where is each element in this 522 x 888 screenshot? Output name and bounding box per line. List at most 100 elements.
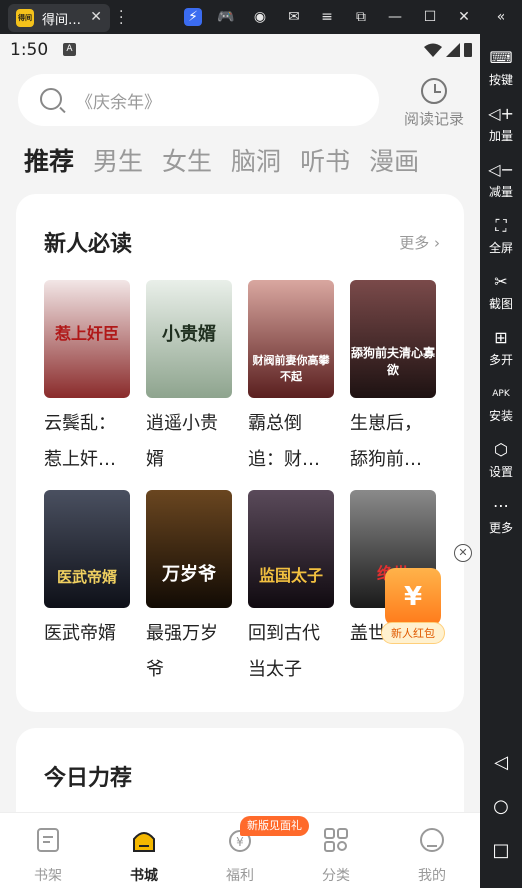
book-title: 逍遥小贵婿 — [146, 413, 218, 470]
book-item[interactable]: 监国太子 回到古代当太子 — [248, 490, 334, 688]
side-label: 设置 — [488, 465, 513, 479]
user-icon[interactable]: ◉ — [251, 8, 269, 26]
side-install[interactable]: APK 安装 — [480, 384, 522, 424]
status-bar: 1:50 A — [0, 34, 480, 66]
red-packet-icon: ¥ — [385, 568, 441, 626]
side-label: 安装 — [488, 409, 513, 423]
phone-screen: 1:50 A 《庆余年》 阅读记录 推荐 男生 女生 脑洞 听书 漫画 新人必读… — [0, 34, 480, 888]
recents-icon[interactable]: □ — [480, 840, 522, 861]
nav-label: 书城 — [130, 868, 158, 884]
cellular-icon — [446, 43, 460, 57]
tab-comics[interactable]: 漫画 — [369, 142, 419, 182]
cover-text: 万岁爷 — [162, 564, 216, 585]
search-bar[interactable]: 《庆余年》 — [18, 74, 379, 126]
book-item[interactable]: 医武帝婿 医武帝婿 — [44, 490, 130, 652]
nav-label: 福利 — [226, 868, 254, 884]
category-tabs: 推荐 男生 女生 脑洞 听书 漫画 — [24, 142, 438, 182]
book-item[interactable]: 财阀前妻你高攀不起 霸总倒追：财… — [248, 280, 334, 478]
book-title: 生崽后，舔狗前… — [350, 413, 422, 470]
clock-icon — [421, 78, 447, 104]
book-title: 回到古代当太子 — [248, 623, 320, 680]
book-item[interactable]: 小贵婿 逍遥小贵婿 — [146, 280, 232, 478]
book-cover: 监国太子 — [248, 490, 334, 608]
nav-bookshelf[interactable]: 书架 — [18, 827, 78, 885]
side-volume-down[interactable]: ◁− 减量 — [480, 160, 522, 200]
new-version-badge: 新版见面礼 — [240, 816, 309, 836]
book-item[interactable]: 惹上奸臣 云鬓乱：惹上奸… — [44, 280, 130, 478]
screen-icon[interactable]: ⧉ — [352, 8, 370, 26]
side-label: 截图 — [488, 297, 513, 311]
book-cover: 惹上奸臣 — [44, 280, 130, 398]
tab-title: 得间… — [42, 12, 82, 28]
status-time: 1:50 — [10, 40, 49, 60]
floating-close-icon[interactable]: ✕ — [454, 544, 472, 562]
tab-audiobook[interactable]: 听书 — [300, 142, 350, 182]
red-packet-label: 新人红包 — [381, 622, 445, 644]
book-item[interactable]: 舔狗前夫清心寡欲 生崽后，舔狗前… — [350, 280, 436, 478]
side-screenshot[interactable]: ✂ 截图 — [480, 272, 522, 312]
new-user-red-packet[interactable]: ¥ 新人红包 — [381, 568, 445, 646]
back-icon[interactable]: ◁ — [480, 752, 522, 773]
menu-icon[interactable]: ≡ — [318, 8, 336, 26]
book-cover: 万岁爷 — [146, 490, 232, 608]
minimize-icon[interactable]: — — [386, 8, 404, 26]
book-cover: 财阀前妻你高攀不起 — [248, 280, 334, 398]
search-placeholder: 《庆余年》 — [76, 93, 161, 113]
side-label: 更多 — [488, 521, 513, 535]
nav-category[interactable]: 分类 — [306, 827, 366, 885]
mail-icon[interactable]: ✉ — [285, 8, 303, 26]
volume-up-icon: ◁+ — [488, 104, 514, 123]
cover-text: 财阀前妻你高攀不起 — [252, 354, 330, 383]
multi-instance-icon: ⊞ — [494, 328, 508, 347]
settings-icon: ⬡ — [494, 440, 508, 459]
wifi-icon — [424, 43, 442, 57]
tab-male[interactable]: 男生 — [93, 142, 143, 182]
collapse-icon[interactable]: « — [492, 8, 510, 26]
nav-bookstore[interactable]: 书城 — [114, 827, 174, 885]
side-more[interactable]: ⋯ 更多 — [480, 496, 522, 536]
book-item[interactable]: 万岁爷 最强万岁爷 — [146, 490, 232, 688]
side-label: 多开 — [488, 353, 513, 367]
side-keyboard[interactable]: ⌨ 按键 — [480, 48, 522, 88]
side-multi[interactable]: ⊞ 多开 — [480, 328, 522, 368]
side-label: 减量 — [488, 185, 513, 199]
gamepad-icon[interactable]: 🎮 — [217, 8, 235, 26]
reading-history-button[interactable]: 阅读记录 — [396, 78, 472, 129]
cover-text: 惹上奸臣 — [54, 324, 119, 343]
keyboard-icon: ⌨ — [489, 48, 513, 67]
bolt-icon[interactable]: ⚡ — [184, 8, 202, 26]
emulator-title-bar: 得间 得间… ✕ · · · ⚡ 🎮 ◉ ✉ ≡ ⧉ — ☐ ✕ « — [0, 0, 522, 34]
signal-icons — [424, 42, 472, 57]
home-icon[interactable]: ○ — [480, 796, 522, 817]
book-cover: 舔狗前夫清心寡欲 — [350, 280, 436, 398]
tab-recommend[interactable]: 推荐 — [24, 142, 74, 182]
book-title: 云鬓乱：惹上奸… — [44, 413, 116, 470]
tab-female[interactable]: 女生 — [162, 142, 212, 182]
a-icon: A — [63, 43, 76, 56]
tab-menu-icon[interactable]: · · · — [119, 5, 123, 31]
nav-mine[interactable]: 我的 — [402, 827, 462, 885]
book-title: 霸总倒追：财… — [248, 413, 320, 470]
book-cover: 小贵婿 — [146, 280, 232, 398]
book-cover: 医武帝婿 — [44, 490, 130, 608]
app-icon: 得间 — [16, 9, 34, 27]
side-settings[interactable]: ⬡ 设置 — [480, 440, 522, 480]
maximize-icon[interactable]: ☐ — [421, 8, 439, 26]
tab-close-icon[interactable]: ✕ — [90, 9, 102, 25]
cover-text: 医武帝婿 — [56, 568, 117, 586]
profile-icon — [420, 828, 444, 852]
cover-text: 监国太子 — [258, 566, 323, 585]
reading-history-label: 阅读记录 — [403, 110, 464, 128]
emulator-tab[interactable]: 得间 得间… ✕ — [8, 4, 110, 32]
section-title: 今日力荐 — [44, 766, 133, 791]
side-volume-up[interactable]: ◁+ 加量 — [480, 104, 522, 144]
apk-install-icon: APK — [492, 389, 510, 399]
tab-brainstorm[interactable]: 脑洞 — [231, 142, 281, 182]
side-fullscreen[interactable]: ⛶ 全屏 — [480, 216, 522, 256]
emulator-side-panel: ⌨ 按键 ◁+ 加量 ◁− 减量 ⛶ 全屏 ✂ 截图 ⊞ 多开 APK 安装 ⬡… — [480, 34, 522, 888]
cover-text: 小贵婿 — [162, 324, 216, 345]
scissors-icon: ✂ — [494, 272, 508, 291]
more-link[interactable]: 更多 › — [399, 232, 440, 253]
close-icon[interactable]: ✕ — [455, 8, 473, 26]
category-icon — [324, 828, 348, 852]
